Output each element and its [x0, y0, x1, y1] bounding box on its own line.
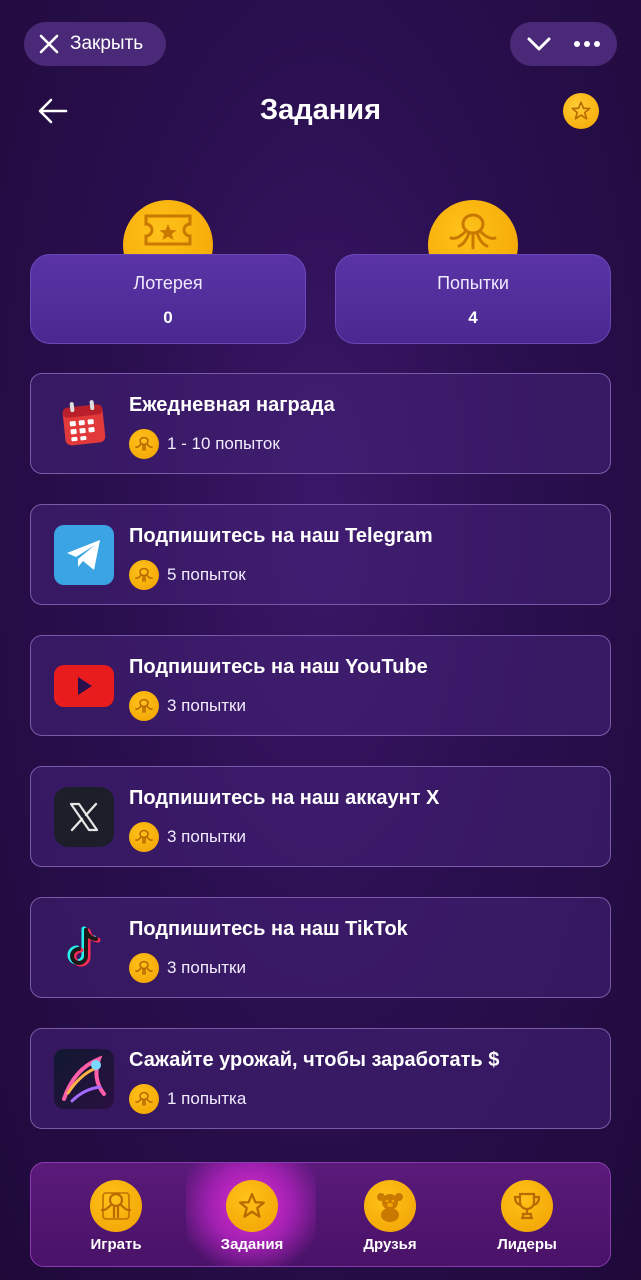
- task-reward: 3 попытки: [129, 691, 246, 721]
- window-controls: [510, 22, 617, 66]
- octopus-coin-icon: [129, 560, 159, 590]
- octopus-coin-icon: [129, 691, 159, 721]
- reward-text: 3 попытки: [167, 696, 246, 715]
- nav-label: Лидеры: [497, 1236, 557, 1253]
- task-x-account[interactable]: Подпишитесь на наш аккаунт X 3 попытки: [30, 766, 611, 867]
- calendar-icon: [54, 394, 114, 454]
- task-telegram[interactable]: Подпишитесь на наш Telegram 5 попыток: [30, 504, 611, 605]
- telegram-icon: [54, 525, 114, 585]
- lottery-value: 0: [163, 308, 173, 327]
- youtube-icon: [54, 656, 114, 716]
- octopus-coin-icon: [129, 822, 159, 852]
- nav-label: Играть: [90, 1236, 142, 1253]
- task-title: Подпишитесь на наш TikTok: [129, 918, 408, 940]
- more-options-icon[interactable]: [573, 40, 601, 48]
- nav-label: Друзья: [363, 1236, 417, 1253]
- task-title: Сажайте урожай, чтобы заработать $: [129, 1049, 500, 1071]
- task-reward: 1 - 10 попыток: [129, 429, 280, 459]
- game-art-icon: [54, 1049, 114, 1109]
- octopus-coin-icon: [129, 429, 159, 459]
- tiktok-icon: [54, 918, 114, 978]
- task-title: Подпишитесь на наш аккаунт X: [129, 787, 440, 809]
- octopus-coin-icon: [129, 1084, 159, 1114]
- ticket-icon: [144, 214, 192, 246]
- close-button[interactable]: Закрыть: [24, 22, 166, 66]
- nav-tasks[interactable]: Задания: [187, 1163, 317, 1266]
- nav-friends[interactable]: Друзья: [325, 1163, 455, 1266]
- chevron-down-icon[interactable]: [526, 35, 552, 53]
- close-icon: [39, 34, 59, 54]
- star-icon: [571, 101, 591, 120]
- task-reward: 5 попыток: [129, 560, 246, 590]
- nav-play[interactable]: Играть: [51, 1163, 181, 1266]
- attempts-value: 4: [468, 308, 478, 327]
- nav-label: Задания: [220, 1236, 284, 1253]
- teddy-bear-icon: [364, 1180, 416, 1232]
- bottom-nav: Играть Задания Друзья Лидеры: [30, 1162, 611, 1267]
- lottery-card: Лотерея 0: [30, 254, 306, 344]
- trophy-icon: [501, 1180, 553, 1232]
- reward-text: 1 попытка: [167, 1089, 247, 1108]
- play-octopus-icon: [90, 1180, 142, 1232]
- task-title: Подпишитесь на наш Telegram: [129, 525, 433, 547]
- close-label: Закрыть: [70, 33, 144, 54]
- octopus-coin-icon: [129, 953, 159, 983]
- task-title: Ежедневная награда: [129, 394, 335, 416]
- task-reward: 3 попытки: [129, 822, 246, 852]
- task-tiktok[interactable]: Подпишитесь на наш TikTok 3 попытки: [30, 897, 611, 998]
- task-harvest-game[interactable]: Сажайте урожай, чтобы заработать $ 1 поп…: [30, 1028, 611, 1129]
- reward-text: 3 попытки: [167, 827, 246, 846]
- star-icon: [226, 1180, 278, 1232]
- task-youtube[interactable]: Подпишитесь на наш YouTube 3 попытки: [30, 635, 611, 736]
- nav-leaders[interactable]: Лидеры: [462, 1163, 592, 1266]
- attempts-label: Попытки: [437, 273, 509, 293]
- task-title: Подпишитесь на наш YouTube: [129, 656, 428, 678]
- task-reward: 3 попытки: [129, 953, 246, 983]
- lottery-stat: Лотерея 0: [30, 200, 306, 345]
- task-daily-reward[interactable]: Ежедневная награда 1 - 10 попыток: [30, 373, 611, 474]
- attempts-card: Попытки 4: [335, 254, 611, 344]
- attempts-stat: Попытки 4: [335, 200, 611, 345]
- page-header: Задания: [0, 86, 641, 136]
- octopus-icon: [449, 213, 497, 250]
- reward-text: 1 - 10 попыток: [167, 434, 280, 453]
- star-badge[interactable]: [563, 93, 599, 129]
- lottery-label: Лотерея: [133, 273, 203, 293]
- page-title: Задания: [259, 94, 382, 126]
- x-icon: [54, 787, 114, 847]
- reward-text: 3 попытки: [167, 958, 246, 977]
- reward-text: 5 попыток: [167, 565, 246, 584]
- task-reward: 1 попытка: [129, 1084, 246, 1114]
